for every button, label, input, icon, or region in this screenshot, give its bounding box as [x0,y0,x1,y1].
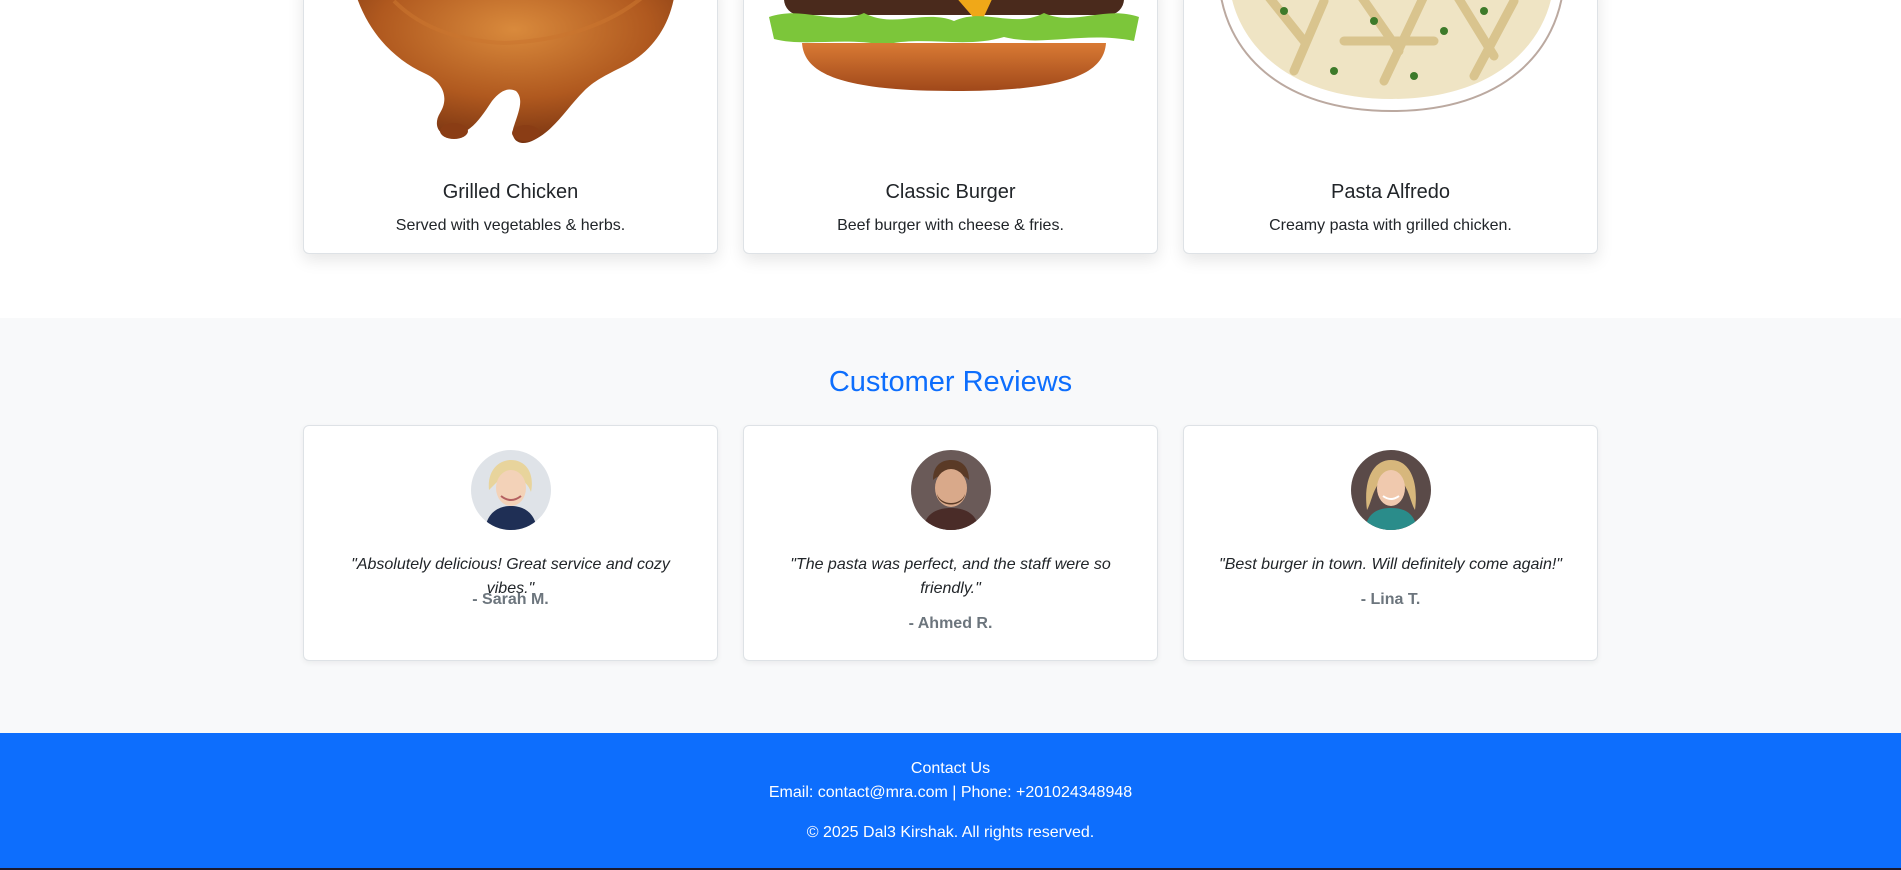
menu-card-description: Beef burger with cheese & fries. [837,217,1064,234]
menu-card-description: Creamy pasta with grilled chicken. [1269,217,1512,234]
reviews-title: Customer Reviews [828,366,1073,398]
menu-section: Grilled Chicken Served with vegetables &… [0,0,1901,318]
classic-burger-image [744,0,1157,156]
footer: Contact Us Email: contact@mra.com | Phon… [0,733,1901,870]
menu-card-title: Classic Burger [885,181,1016,203]
footer-copyright: © 2025 Dal3 Kirshak. All rights reserved… [806,824,1095,841]
avatar [471,450,551,530]
review-card: "Absolutely delicious! Great service and… [303,425,718,661]
pasta-alfredo-image [1184,0,1597,156]
footer-heading: Contact Us [910,760,991,777]
review-author: - Ahmed R. [908,615,993,632]
review-quote: "The pasta was perfect, and the staff we… [790,556,1111,597]
review-author: - Sarah M. [472,591,549,608]
menu-card-title: Grilled Chicken [442,181,579,203]
avatar [911,450,991,530]
review-card: "The pasta was perfect, and the staff we… [743,425,1158,661]
grilled-chicken-image [304,0,717,156]
review-author: - Lina T. [1360,591,1421,608]
reviews-section: Customer Reviews "Absolutely delicious! … [0,318,1901,733]
review-quote: "Best burger in town. Will definitely co… [1219,556,1562,573]
menu-card-grilled-chicken[interactable]: Grilled Chicken Served with vegetables &… [303,0,718,254]
menu-card-description: Served with vegetables & herbs. [395,217,626,234]
menu-card-classic-burger[interactable]: Classic Burger Beef burger with cheese &… [743,0,1158,254]
footer-contact: Email: contact@mra.com | Phone: +2010243… [768,784,1133,801]
menu-card-pasta-alfredo[interactable]: Pasta Alfredo Creamy pasta with grilled … [1183,0,1598,254]
avatar [1351,450,1431,530]
review-card: "Best burger in town. Will definitely co… [1183,425,1598,661]
menu-card-title: Pasta Alfredo [1331,181,1450,203]
